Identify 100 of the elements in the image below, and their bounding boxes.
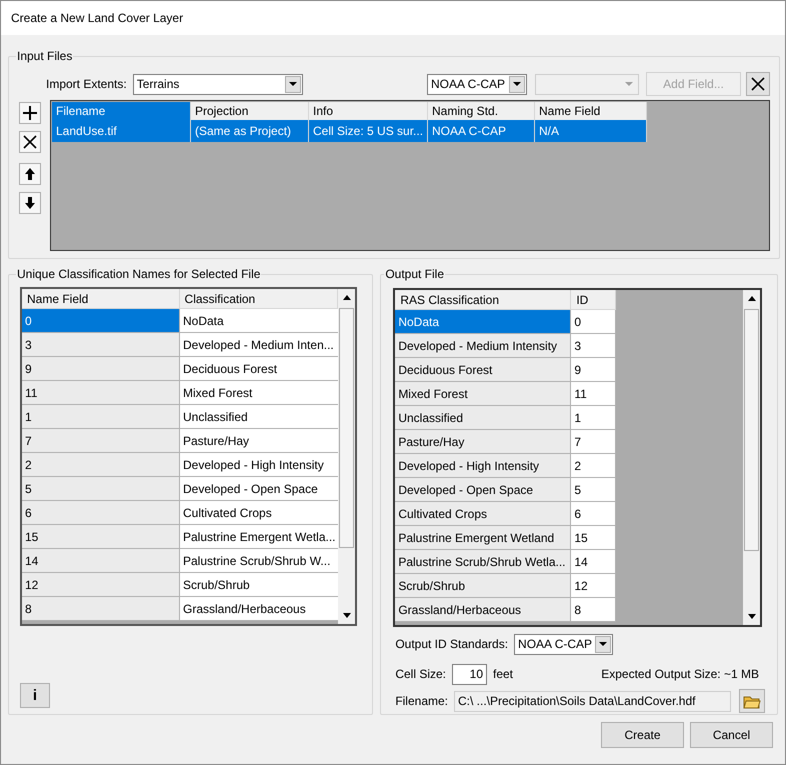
table-cell[interactable]: 15 (571, 526, 616, 550)
table-cell[interactable]: Developed - Medium Inten... (180, 333, 338, 357)
table-cell[interactable]: Developed - Open Space (395, 478, 572, 502)
field-label: Output ID Standards: (395, 636, 508, 653)
window-title: Create a New Land Cover Layer (11, 10, 184, 27)
table-cell[interactable]: Palustrine Emergent Wetland (395, 526, 572, 550)
close-icon (751, 77, 765, 91)
column-header[interactable]: Naming Std. (428, 102, 535, 120)
table-cell[interactable]: Cultivated Crops (395, 502, 572, 526)
table-cell[interactable]: 0 (571, 310, 616, 334)
plus-icon (23, 106, 37, 120)
table-cell[interactable]: Mixed Forest (180, 381, 338, 405)
table-cell[interactable]: 7 (22, 429, 180, 453)
scroll-thumb[interactable] (339, 308, 354, 548)
table-cell[interactable]: Developed - High Intensity (180, 453, 338, 477)
table-cell[interactable]: 3 (571, 334, 616, 358)
arrow-up-icon (25, 168, 35, 180)
table-cell: NOAA C-CAP (428, 120, 535, 142)
table-cell[interactable]: 9 (571, 358, 616, 382)
output-id-dropdown[interactable]: NOAA C-CAP (514, 634, 614, 654)
table-cell[interactable]: 12 (22, 573, 180, 597)
scroll-thumb[interactable] (744, 309, 760, 551)
add-file-button[interactable] (19, 102, 41, 124)
unit-label: feet (493, 666, 514, 683)
table-cell[interactable]: 2 (22, 453, 180, 477)
table-cell[interactable]: 3 (22, 333, 180, 357)
table-cell[interactable]: Deciduous Forest (180, 357, 338, 381)
table-cell[interactable]: Pasture/Hay (395, 430, 572, 454)
column-header[interactable]: Classification (180, 289, 338, 309)
table-cell[interactable]: 15 (22, 525, 180, 549)
move-down-button[interactable] (19, 192, 41, 214)
filename-field[interactable]: C:\ ...\Precipitation\Soils Data\LandCover.hdf (454, 690, 731, 712)
column-header[interactable]: Name Field (535, 102, 647, 120)
column-header[interactable]: RAS Classification (395, 290, 572, 310)
vertical-scrollbar[interactable] (338, 289, 355, 624)
naming-standard-dropdown[interactable]: NOAA C-CAP (427, 74, 527, 94)
table-cell[interactable]: Cultivated Crops (180, 501, 338, 525)
table-cell[interactable]: Grassland/Herbaceous (180, 597, 338, 621)
close-icon (23, 135, 37, 149)
table-cell[interactable]: Scrub/Shrub (180, 573, 338, 597)
table-cell[interactable]: 5 (571, 478, 616, 502)
table-cell[interactable]: 11 (571, 382, 616, 406)
table-cell[interactable]: Pasture/Hay (180, 429, 338, 453)
table-cell: LandUse.tif (52, 120, 191, 142)
table-cell[interactable]: Unclassified (395, 406, 572, 430)
group-title: Input Files (16, 48, 74, 65)
cell-size-field[interactable]: 10 (452, 664, 487, 684)
table-cell[interactable]: 1 (22, 405, 180, 429)
table-cell[interactable]: 9 (22, 357, 180, 381)
table-cell[interactable]: Grassland/Herbaceous (395, 598, 572, 622)
column-header[interactable]: Name Field (22, 289, 180, 309)
table-cell[interactable]: 14 (571, 550, 616, 574)
column-header[interactable]: Info (309, 102, 428, 120)
column-header[interactable]: ID (571, 290, 616, 310)
dropdown-arrow-icon (625, 82, 633, 86)
vertical-scrollbar[interactable] (743, 290, 760, 625)
table-cell[interactable]: 6 (22, 501, 180, 525)
table-cell[interactable]: 0 (22, 309, 180, 333)
table-cell[interactable]: 8 (571, 598, 616, 622)
remove-field-button[interactable] (746, 72, 770, 96)
table-cell[interactable]: Developed - Open Space (180, 477, 338, 501)
field-label: Cell Size: (395, 666, 446, 683)
group-title: Unique Classification Names for Selected File (16, 266, 262, 283)
table-cell[interactable]: 6 (571, 502, 616, 526)
table-cell: N/A (535, 120, 647, 142)
table-cell[interactable]: 1 (571, 406, 616, 430)
import-extents-dropdown[interactable]: Terrains (132, 74, 303, 94)
table-cell[interactable]: 2 (571, 454, 616, 478)
move-up-button[interactable] (19, 163, 41, 185)
table-cell[interactable]: Mixed Forest (395, 382, 572, 406)
table-cell[interactable]: Unclassified (180, 405, 338, 429)
field-label: Import Extents: (46, 76, 127, 93)
table-cell[interactable]: 12 (571, 574, 616, 598)
table-cell[interactable]: Scrub/Shrub (395, 574, 572, 598)
table-cell[interactable]: Palustrine Scrub/Shrub W... (180, 549, 338, 573)
table-cell[interactable]: NoData (180, 309, 338, 333)
table-cell[interactable]: 11 (22, 381, 180, 405)
table-cell[interactable]: NoData (395, 310, 572, 334)
table-cell[interactable]: Developed - Medium Intensity (395, 334, 572, 358)
table-cell[interactable]: Palustrine Emergent Wetla... (180, 525, 338, 549)
table-cell[interactable]: Developed - High Intensity (395, 454, 572, 478)
browse-button[interactable] (739, 689, 765, 713)
info-button[interactable]: i (20, 683, 50, 708)
table-cell[interactable]: 8 (22, 597, 180, 621)
table-cell: Cell Size: 5 US sur... (309, 120, 428, 142)
arrow-down-icon (25, 197, 35, 209)
table-cell: (Same as Project) (191, 120, 309, 142)
group-title: Output File (384, 266, 446, 283)
column-header[interactable]: Projection (191, 102, 309, 120)
column-header[interactable]: Filename (52, 102, 191, 120)
table-cell[interactable]: Palustrine Scrub/Shrub Wetla... (395, 550, 572, 574)
table-cell[interactable]: 5 (22, 477, 180, 501)
table-cell[interactable]: 14 (22, 549, 180, 573)
remove-file-button[interactable] (19, 131, 41, 153)
table-cell[interactable]: Deciduous Forest (395, 358, 572, 382)
expected-size-text: Expected Output Size: ~1 MB (601, 666, 759, 683)
create-button[interactable]: Create (601, 722, 684, 748)
table-cell[interactable]: 7 (571, 430, 616, 454)
name-field-dropdown[interactable] (535, 74, 639, 94)
cancel-button[interactable]: Cancel (690, 722, 773, 748)
